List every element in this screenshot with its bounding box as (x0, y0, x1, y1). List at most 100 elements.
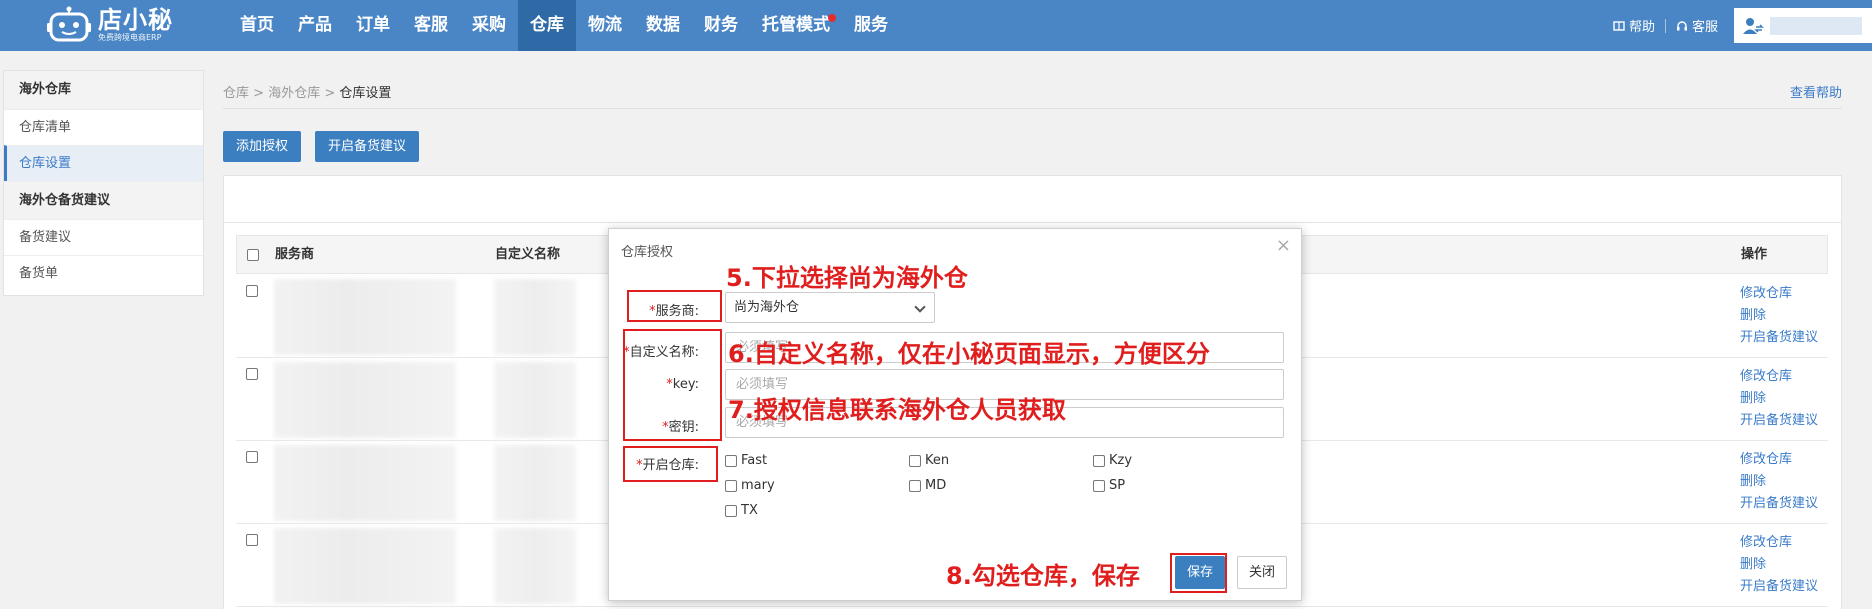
add-auth-button[interactable]: 添加授权 (223, 131, 302, 162)
blurred-provider (274, 279, 456, 355)
checkbox[interactable] (909, 454, 921, 467)
row-checkbox[interactable] (246, 534, 258, 546)
edit-warehouse-link[interactable]: 修改仓库 (1740, 532, 1818, 554)
breadcrumb-current: 仓库设置 (339, 86, 392, 101)
help-button[interactable]: 帮助 (1603, 16, 1665, 35)
delete-link[interactable]: 删除 (1740, 471, 1818, 493)
edit-warehouse-link[interactable]: 修改仓库 (1740, 283, 1818, 305)
warehouse-checkbox-fast[interactable]: Fast (725, 453, 767, 468)
breadcrumb-separator: > (324, 86, 336, 101)
checkbox[interactable] (1093, 479, 1105, 492)
breadcrumb-warehouse[interactable]: 仓库 (223, 86, 249, 101)
logo[interactable]: 店小秘 免费跨境电商ERP (46, 4, 173, 46)
annotation-step-7: 7.授权信息联系海外仓人员获取 (728, 396, 1066, 424)
close-button[interactable]: 关闭 (1237, 556, 1287, 589)
edit-warehouse-link[interactable]: 修改仓库 (1740, 449, 1818, 471)
nav-orders[interactable]: 订单 (344, 0, 402, 51)
column-operations: 操作 (1741, 247, 1768, 262)
delete-link[interactable]: 删除 (1740, 388, 1818, 410)
row-checkbox[interactable] (246, 451, 258, 463)
sidebar-item-warehouse-settings[interactable]: 仓库设置 (4, 145, 203, 181)
nav-customer-service[interactable]: 客服 (402, 0, 460, 51)
blurred-custom-name (494, 362, 576, 438)
warehouse-name: SP (1109, 478, 1126, 493)
sidebar-item-stock-suggestion[interactable]: 备货建议 (4, 219, 203, 255)
warehouse-checkbox-mary[interactable]: mary (725, 478, 775, 493)
enable-suggestion-link[interactable]: 开启备货建议 (1740, 327, 1818, 349)
view-help-link[interactable]: 查看帮助 (1790, 82, 1842, 101)
close-icon[interactable]: × (1276, 235, 1291, 256)
column-provider: 服务商 (275, 247, 315, 262)
annotation-box-warehouses (623, 446, 718, 482)
warehouse-checkbox-tx[interactable]: TX (725, 503, 758, 518)
nav-service[interactable]: 服务 (842, 0, 900, 51)
warehouse-checkbox-sp[interactable]: SP (1093, 478, 1125, 493)
enable-suggestion-link[interactable]: 开启备货建议 (1740, 493, 1818, 515)
annotation-box-fields (623, 329, 722, 441)
warehouse-name: Ken (925, 453, 950, 468)
chevron-down-icon (914, 301, 926, 313)
select-all-checkbox[interactable] (247, 249, 259, 261)
warehouse-name: Kzy (1109, 453, 1133, 468)
user-menu[interactable] (1734, 8, 1872, 43)
sidebar-group-overseas-warehouse: 海外仓库 (4, 71, 203, 109)
warehouse-name: Fast (741, 453, 768, 468)
logo-subtitle: 免费跨境电商ERP (98, 33, 162, 42)
customer-service-button[interactable]: 客服 (1666, 16, 1728, 35)
nav-hosting-mode[interactable]: 托管模式 (750, 0, 842, 51)
nav-products[interactable]: 产品 (286, 0, 344, 51)
checkbox[interactable] (725, 479, 737, 492)
sidebar-item-stock-orders[interactable]: 备货单 (4, 255, 203, 291)
nav-home[interactable]: 首页 (228, 0, 286, 51)
checkbox[interactable] (1093, 454, 1105, 467)
column-custom-name: 自定义名称 (495, 247, 561, 262)
blurred-provider (274, 528, 456, 604)
blurred-provider (274, 445, 456, 521)
blurred-custom-name (494, 528, 576, 604)
headset-icon (1676, 20, 1687, 30)
nav-logistics[interactable]: 物流 (576, 0, 634, 51)
row-operations: 修改仓库 删除 开启备货建议 (1740, 532, 1818, 598)
row-checkbox[interactable] (246, 285, 258, 297)
delete-link[interactable]: 删除 (1740, 305, 1818, 327)
breadcrumb: 仓库 > 海外仓库 > 仓库设置 (223, 82, 391, 101)
row-checkbox[interactable] (246, 368, 258, 380)
warehouse-checkbox-md[interactable]: MD (909, 478, 946, 493)
robot-logo-icon (46, 6, 92, 44)
blurred-custom-name (494, 279, 576, 355)
checkbox[interactable] (909, 479, 921, 492)
warehouse-checkbox-kzy[interactable]: Kzy (1093, 453, 1132, 468)
logo-title: 店小秘 (98, 6, 173, 34)
warehouse-name: MD (925, 478, 947, 493)
enable-suggestion-link[interactable]: 开启备货建议 (1740, 576, 1818, 598)
breadcrumb-separator: > (253, 86, 265, 101)
checkbox[interactable] (725, 504, 737, 517)
warehouse-checkbox-ken[interactable]: Ken (909, 453, 949, 468)
nav-finance[interactable]: 财务 (692, 0, 750, 51)
service-label: 客服 (1691, 20, 1718, 35)
edit-warehouse-link[interactable]: 修改仓库 (1740, 366, 1818, 388)
nav-purchase[interactable]: 采购 (460, 0, 518, 51)
filter-panel (223, 175, 1842, 223)
nav-data[interactable]: 数据 (634, 0, 692, 51)
checkbox[interactable] (725, 454, 737, 467)
sidebar-group-stock-suggestion: 海外仓备货建议 (4, 181, 203, 219)
nav-hosting-mode-label: 托管模式 (762, 15, 830, 35)
delete-link[interactable]: 删除 (1740, 554, 1818, 576)
main-nav: 首页 产品 订单 客服 采购 仓库 物流 数据 财务 托管模式 服务 (228, 0, 900, 51)
enable-suggestion-link[interactable]: 开启备货建议 (1740, 410, 1818, 432)
sidebar-item-warehouse-list[interactable]: 仓库清单 (4, 109, 203, 145)
nav-warehouse[interactable]: 仓库 (518, 0, 576, 51)
provider-select-value: 尚为海外仓 (734, 300, 800, 315)
annotation-box-save (1170, 553, 1227, 593)
enable-stock-suggestion-button[interactable]: 开启备货建议 (315, 131, 420, 162)
annotation-step-5: 5.下拉选择尚为海外仓 (726, 264, 968, 292)
warehouse-name: mary (741, 478, 775, 493)
warehouse-name: TX (741, 503, 758, 518)
breadcrumb-overseas[interactable]: 海外仓库 (268, 86, 320, 101)
provider-select[interactable]: 尚为海外仓 (725, 292, 935, 323)
annotation-step-8: 8.勾选仓库，保存 (946, 562, 1140, 590)
blurred-provider (274, 362, 456, 438)
user-icon (1743, 17, 1764, 34)
username-blurred (1770, 16, 1862, 35)
